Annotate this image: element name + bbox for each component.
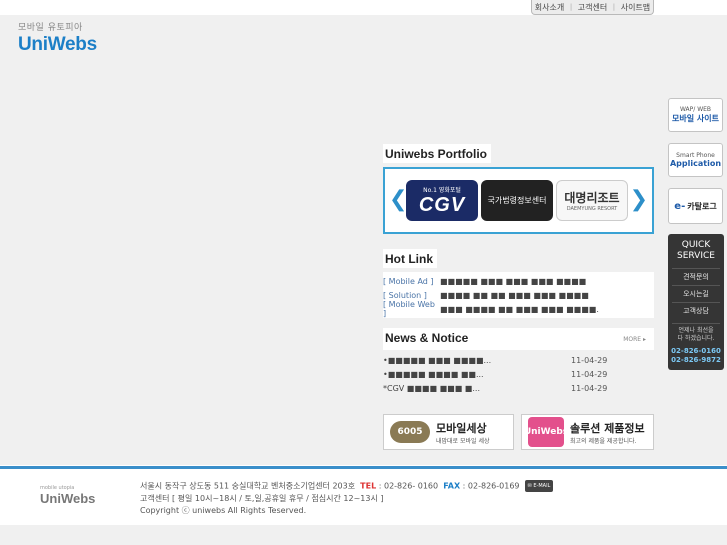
quick-service-panel: QUICK SERVICE 견적문의 오시는길 고객상담 언제나 최선을 다 하겠습… — [668, 234, 724, 370]
quick-item-estimate[interactable]: 견적문의 — [672, 268, 720, 285]
quick-note: 언제나 최선을 다 하겠습니다. — [672, 323, 720, 343]
list-item[interactable]: •■■■■■ ■■■ ■■■■... 11-04-29 — [383, 353, 654, 367]
banner-subtitle: 내맘대로 모바일 세상 — [436, 437, 490, 445]
hot-text: ■■■■ ■■ ■■ ■■■ ■■■ ■■■■ — [440, 290, 589, 300]
quick-phone-1: 02-826-0160 — [671, 347, 721, 355]
news-date: 11-04-29 — [571, 383, 608, 393]
portfolio-title: Uniwebs Portfolio — [383, 144, 491, 163]
cgv-logo: CGV — [418, 193, 466, 216]
chevron-left-icon[interactable]: ❮ — [389, 189, 407, 211]
footer-hours: 고객센터 [ 평일 10시~18시 / 토,일,공휴일 휴무 / 점심시간 12… — [140, 493, 384, 503]
daemyung-label: 대명리조트 — [564, 191, 620, 205]
news-date: 11-04-29 — [571, 369, 608, 379]
banner-solution-info[interactable]: UniWebs 솔루션 제품정보 최고의 제품을 제공합니다. — [521, 414, 654, 450]
tel-label: TEL — [360, 481, 377, 491]
footer: mobile utopia UniWebs 서울시 동작구 상도동 511 숭실… — [0, 469, 727, 525]
news-text: •■■■■■ ■■■ ■■■■... — [383, 355, 492, 365]
banner-subtitle: 최고의 제품을 제공합니다. — [570, 437, 637, 445]
fax-label: FAX — [443, 481, 461, 491]
quick-phone-2: 02-826-9872 — [671, 356, 721, 364]
news-text: •■■■■■ ■■■■ ■■... — [383, 369, 484, 379]
list-item[interactable]: •■■■■■ ■■■■ ■■... 11-04-29 — [383, 367, 654, 381]
e-icon: e- — [674, 200, 686, 212]
site-logo[interactable]: 모바일 유토피아 UniWebs — [18, 20, 97, 56]
banner-title: 모바일세상 — [436, 421, 487, 435]
button-label: Application — [669, 159, 722, 168]
e-catalog-button[interactable]: e- 카탈로그 — [668, 188, 723, 224]
button-caption: Smart Phone — [676, 152, 715, 159]
footer-info: 서울시 동작구 상도동 511 숭실대학교 벤처중소기업센터 203호 TEL … — [140, 480, 554, 517]
portfolio-item-daemyung[interactable]: 대명리조트 DAEMYUNG RESORT — [556, 180, 628, 221]
nav-company[interactable]: 회사소개 — [535, 2, 564, 13]
more-button[interactable]: MORE ▸ — [623, 336, 646, 343]
logo-wordmark: UniWebs — [18, 34, 97, 56]
list-item[interactable]: [ Mobile Web ] ■■■ ■■■■ ■■ ■■■ ■■■ ■■■■. — [383, 300, 654, 318]
hot-link-title: Hot Link — [383, 249, 437, 268]
logo-tagline: 모바일 유토피아 — [18, 23, 83, 33]
uniwebs-logo-icon: UniWebs — [524, 417, 568, 447]
news-text: *CGV ■■■■ ■■■ ■... — [383, 383, 480, 393]
nav-customer-center[interactable]: 고객센터 — [578, 2, 607, 13]
button-label: 모바일 사이트 — [672, 114, 719, 123]
footer-logo: mobile utopia UniWebs — [40, 485, 95, 506]
hot-link-list: [ Mobile Ad ] ■■■■■ ■■■ ■■■ ■■■ ■■■■ [ S… — [383, 272, 654, 318]
logo-uni: Uni — [18, 34, 48, 55]
law-center-label: 국가법령정보센터 — [487, 196, 547, 205]
6005-logo-icon: 6005 — [390, 421, 430, 443]
hot-category: [ Solution ] — [383, 290, 427, 300]
button-caption: WAP/ WEB — [679, 106, 712, 113]
footer-logo-main: UniWebs — [40, 491, 96, 506]
main-background — [0, 15, 727, 465]
application-button[interactable]: Smart Phone Application — [668, 143, 723, 177]
list-item[interactable]: *CGV ■■■■ ■■■ ■... 11-04-29 — [383, 381, 654, 395]
banner-mobile-world[interactable]: 6005 모바일세상 내맘대로 모바일 세상 — [383, 414, 514, 450]
hot-category: [ Mobile Ad ] — [383, 276, 434, 286]
email-button[interactable]: ✉ E-MAIL — [524, 480, 554, 492]
portfolio-item-law-center[interactable]: 국가법령정보센터 — [481, 180, 553, 221]
quick-item-consult[interactable]: 고객상담 — [672, 302, 720, 319]
button-label: 카탈로그 — [687, 201, 717, 211]
quick-title: QUICK SERVICE — [677, 240, 715, 261]
portfolio-item-cgv[interactable]: No.1 영화포털 CGV — [406, 180, 478, 221]
news-header: News & Notice MORE ▸ — [383, 328, 654, 350]
daemyung-sub: DAEMYUNG RESORT — [566, 206, 618, 212]
logo-webs: Webs — [47, 34, 97, 55]
news-date: 11-04-29 — [571, 355, 608, 365]
hot-text: ■■■■■ ■■■ ■■■ ■■■ ■■■■ — [440, 276, 587, 286]
mobile-site-button[interactable]: WAP/ WEB 모바일 사이트 — [668, 98, 723, 132]
hot-text: ■■■ ■■■■ ■■ ■■■ ■■■ ■■■■. — [440, 304, 599, 314]
footer-bottom-band — [0, 525, 727, 545]
fax-value: : 02-826-0169 — [462, 481, 520, 491]
cgv-tagline: No.1 영화포털 — [423, 186, 461, 194]
portfolio-carousel: ❮ No.1 영화포털 CGV 국가법령정보센터 대명리조트 DAEMYUNG … — [383, 167, 654, 234]
banner-title: 솔루션 제품정보 — [570, 421, 645, 435]
footer-address: 서울시 동작구 상도동 511 숭실대학교 벤처중소기업센터 203호 — [140, 481, 356, 491]
nav-separator: | — [569, 3, 573, 11]
news-list: •■■■■■ ■■■ ■■■■... 11-04-29 •■■■■■ ■■■■ … — [383, 353, 654, 395]
list-item[interactable]: [ Mobile Ad ] ■■■■■ ■■■ ■■■ ■■■ ■■■■ — [383, 274, 654, 288]
hot-category: [ Mobile Web ] — [383, 300, 435, 318]
top-nav: 회사소개 | 고객센터 | 사이트맵 — [531, 0, 654, 15]
nav-sitemap[interactable]: 사이트맵 — [621, 2, 650, 13]
quick-item-directions[interactable]: 오시는길 — [672, 285, 720, 302]
tel-value: : 02-826- 0160 — [378, 481, 439, 491]
chevron-right-icon[interactable]: ❯ — [630, 189, 648, 211]
footer-copyright: Copyright ⓒ uniwebs All Rights Teserved. — [140, 505, 307, 515]
nav-separator: | — [612, 3, 616, 11]
news-title: News & Notice — [383, 328, 473, 347]
